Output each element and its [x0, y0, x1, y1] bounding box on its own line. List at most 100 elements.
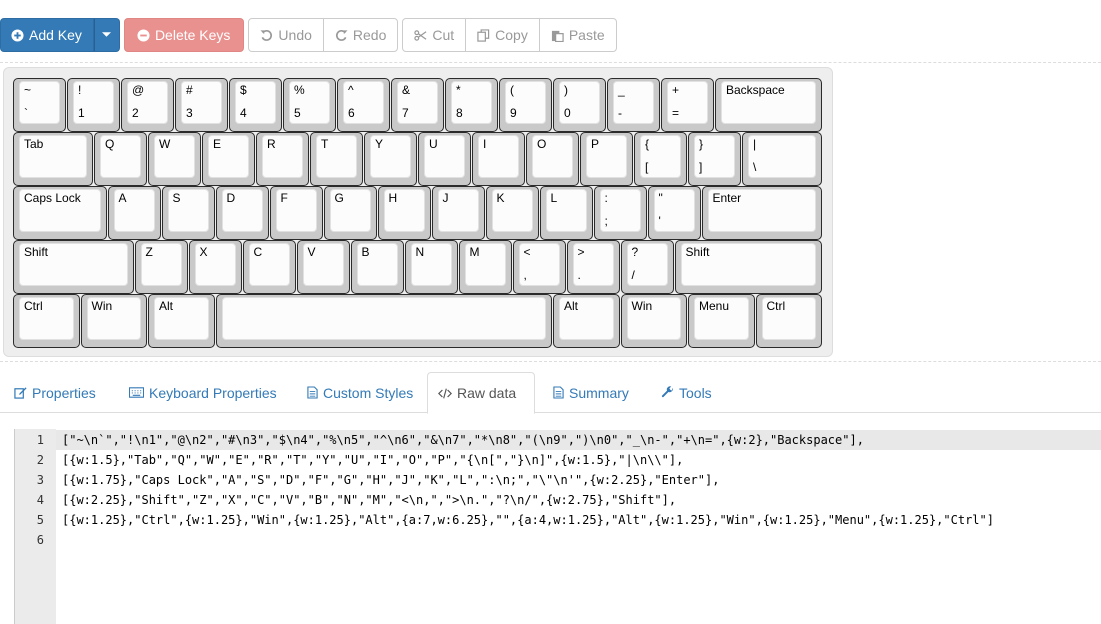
- undo-button[interactable]: Undo: [248, 18, 324, 52]
- add-key-button[interactable]: Add Key: [0, 18, 94, 52]
- keycap-legend: ,: [523, 268, 527, 282]
- copy-button[interactable]: Copy: [465, 18, 540, 52]
- keycap-top: M: [464, 243, 506, 286]
- key--[interactable]: % 5: [283, 78, 336, 132]
- key-h[interactable]: H: [377, 186, 431, 240]
- redo-button[interactable]: Redo: [322, 18, 399, 52]
- key-g[interactable]: G: [323, 186, 377, 240]
- key-tab[interactable]: Tab: [13, 132, 93, 186]
- key-space[interactable]: [215, 294, 552, 348]
- key-s[interactable]: S: [161, 186, 215, 240]
- keycap-legend: W: [159, 137, 171, 151]
- key-d[interactable]: D: [215, 186, 269, 240]
- key-menu[interactable]: Menu: [688, 294, 755, 348]
- key-ctrl[interactable]: Ctrl: [755, 294, 822, 348]
- key-shift[interactable]: Shift: [13, 240, 134, 294]
- keycap-top: {[: [640, 135, 681, 178]
- key-k[interactable]: K: [485, 186, 539, 240]
- key--[interactable]: #3: [175, 78, 228, 132]
- key-u[interactable]: U: [418, 132, 471, 186]
- keycap-legend: P: [591, 137, 600, 151]
- tab-custom-styles[interactable]: Custom Styles: [297, 372, 423, 413]
- key-a[interactable]: A: [107, 186, 161, 240]
- key-c[interactable]: C: [242, 240, 296, 294]
- keycap-top: H: [383, 189, 425, 232]
- key-m[interactable]: M: [458, 240, 512, 294]
- key-w[interactable]: W: [148, 132, 201, 186]
- key--[interactable]: ~ `: [13, 78, 66, 132]
- keycap-legend: E: [213, 137, 222, 151]
- key-p[interactable]: P: [580, 132, 633, 186]
- key--[interactable]: }]: [688, 132, 741, 186]
- key-n[interactable]: N: [404, 240, 458, 294]
- keycap-top: Win: [626, 297, 681, 340]
- key-v[interactable]: V: [296, 240, 350, 294]
- key-ctrl[interactable]: Ctrl: [13, 294, 80, 348]
- key--[interactable]: | \: [742, 132, 822, 186]
- delete-keys-button[interactable]: Delete Keys: [123, 18, 245, 52]
- key-win[interactable]: Win: [620, 294, 687, 348]
- key-i[interactable]: I: [472, 132, 525, 186]
- key-l[interactable]: L: [539, 186, 593, 240]
- paste-button[interactable]: Paste: [538, 18, 617, 52]
- tab-summary[interactable]: Summary: [543, 372, 639, 413]
- key--[interactable]: ? /: [620, 240, 674, 294]
- keycap-top: K: [491, 189, 533, 232]
- key--[interactable]: :;: [593, 186, 647, 240]
- key--[interactable]: _ -: [607, 78, 660, 132]
- key-o[interactable]: O: [526, 132, 579, 186]
- key--[interactable]: ) 0: [553, 78, 606, 132]
- key-alt[interactable]: Alt: [553, 294, 620, 348]
- code-line: [{w:1.5},"Tab","Q","W","E","R","T","Y","…: [62, 453, 684, 467]
- key-t[interactable]: T: [310, 132, 363, 186]
- key--[interactable]: " ': [647, 186, 701, 240]
- key--[interactable]: $4: [229, 78, 282, 132]
- key-alt[interactable]: Alt: [148, 294, 215, 348]
- key-j[interactable]: J: [431, 186, 485, 240]
- keycap-legend: K: [496, 191, 505, 205]
- tab-summary-label: Summary: [569, 384, 629, 401]
- raw-data-editor[interactable]: 1 2 3 4 5 6 ["~\n`","!\n1","@\n2","#\n3","$\n…: [14, 429, 1101, 624]
- key--[interactable]: {[: [634, 132, 687, 186]
- key-enter[interactable]: Enter: [701, 186, 822, 240]
- tab-keyboard-properties[interactable]: Keyboard Properties: [119, 372, 287, 413]
- keycap-legend: +: [672, 83, 680, 97]
- code-line: [{w:1.75},"Caps Lock","A","S","D","F","G…: [62, 473, 720, 487]
- key--[interactable]: + =: [661, 78, 714, 132]
- key-shift[interactable]: Shift: [674, 240, 822, 294]
- keycap-top: (9: [505, 81, 546, 124]
- keycap-top: Q: [100, 135, 141, 178]
- key--[interactable]: @2: [121, 78, 174, 132]
- keycap-legend: 9: [510, 106, 517, 120]
- keycap-legend: Y: [375, 137, 384, 151]
- key--[interactable]: & 7: [391, 78, 444, 132]
- add-key-dropdown-button[interactable]: [93, 18, 120, 52]
- key--[interactable]: (9: [499, 78, 552, 132]
- key-x[interactable]: X: [188, 240, 242, 294]
- key-y[interactable]: Y: [364, 132, 417, 186]
- key-win[interactable]: Win: [80, 294, 147, 348]
- tab-raw-data[interactable]: Raw data: [427, 372, 535, 414]
- key-e[interactable]: E: [202, 132, 255, 186]
- key-f[interactable]: F: [269, 186, 323, 240]
- keycap-top: ! 1: [73, 81, 114, 124]
- cut-button[interactable]: Cut: [402, 18, 467, 52]
- key-q[interactable]: Q: [94, 132, 147, 186]
- key-caps-lock[interactable]: Caps Lock: [13, 186, 107, 240]
- key--[interactable]: <,: [512, 240, 566, 294]
- key--[interactable]: * 8: [445, 78, 498, 132]
- keycap-top: ? /: [626, 243, 668, 286]
- key--[interactable]: ! 1: [67, 78, 120, 132]
- keycap-top: W: [154, 135, 195, 178]
- key-backspace[interactable]: Backspace: [715, 78, 822, 132]
- keycap-legend: }: [699, 137, 704, 151]
- key--[interactable]: ^ 6: [337, 78, 390, 132]
- tab-properties[interactable]: Properties: [4, 372, 106, 413]
- tab-tools[interactable]: Tools: [651, 372, 722, 413]
- keycap-top: [221, 297, 546, 340]
- key--[interactable]: >.: [566, 240, 620, 294]
- key-r[interactable]: R: [256, 132, 309, 186]
- key-b[interactable]: B: [350, 240, 404, 294]
- keycap-legend: J: [442, 191, 449, 205]
- key-z[interactable]: Z: [134, 240, 188, 294]
